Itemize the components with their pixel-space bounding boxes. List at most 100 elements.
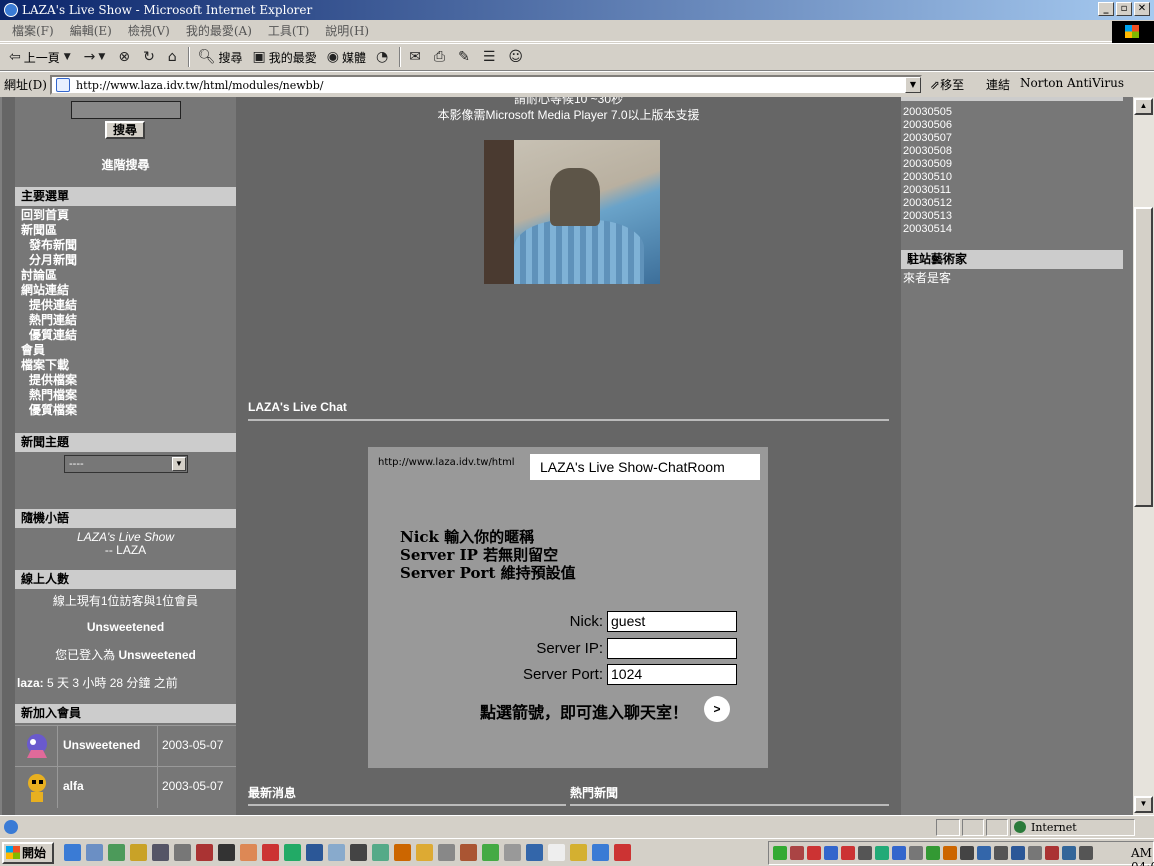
scroll-up-icon[interactable]: ▲ — [1134, 98, 1153, 115]
go-button[interactable]: ⇗移至 — [930, 76, 964, 93]
home-button[interactable]: ⌂ — [163, 45, 185, 69]
member-name[interactable]: alfa — [63, 779, 84, 793]
menu-item-forum[interactable]: 討論區 — [21, 268, 57, 283]
media-button[interactable]: ◉ 媒體 — [322, 45, 371, 69]
media-player-icon[interactable] — [130, 844, 147, 861]
forward-button[interactable]: → ▼ — [79, 45, 114, 69]
clock[interactable]: AM 04:07 — [1131, 846, 1154, 866]
app-icon[interactable] — [372, 844, 389, 861]
messenger-button[interactable]: ☺ — [503, 45, 531, 69]
app-icon[interactable] — [350, 844, 367, 861]
menu-item-submit-link[interactable]: 提供連結 — [29, 298, 77, 313]
archive-date-link[interactable]: 20030508 — [901, 145, 952, 158]
ie-window-icon[interactable] — [592, 844, 609, 861]
maximize-button[interactable]: ▫ — [1116, 2, 1132, 16]
app-icon[interactable] — [174, 844, 191, 861]
archive-date-link[interactable]: 20030512 — [901, 197, 952, 210]
app-icon[interactable] — [108, 844, 125, 861]
news-topic-select[interactable]: ---- ▼ — [64, 455, 188, 473]
menu-item-top-files[interactable]: 優質檔案 — [29, 403, 77, 418]
search-button[interactable]: 🔍︎ 搜尋 — [193, 45, 248, 69]
archive-date-link[interactable]: 20030511 — [901, 184, 952, 197]
stop-button[interactable]: ⊗ — [113, 45, 138, 69]
menu-item-top-links[interactable]: 優質連結 — [29, 328, 77, 343]
tray-icon[interactable] — [1045, 846, 1059, 860]
tray-icon[interactable] — [926, 846, 940, 860]
archive-date-link[interactable]: 20030510 — [901, 171, 952, 184]
site-search-button[interactable]: 搜尋 — [105, 121, 145, 139]
menu-item-weblinks[interactable]: 網站連結 — [21, 283, 69, 298]
tray-icon[interactable] — [977, 846, 991, 860]
menu-tools[interactable]: 工具(T) — [262, 22, 315, 39]
app-icon[interactable] — [526, 844, 543, 861]
edit-button[interactable]: ✎ — [453, 45, 478, 69]
menu-help[interactable]: 說明(H) — [319, 22, 375, 39]
scroll-thumb[interactable] — [1134, 207, 1153, 507]
app-icon[interactable] — [504, 844, 521, 861]
tray-icon[interactable] — [875, 846, 889, 860]
archive-date-link[interactable]: 20030513 — [901, 210, 952, 223]
history-button[interactable]: ◔ — [371, 45, 396, 69]
app-icon[interactable] — [218, 844, 235, 861]
app-icon[interactable] — [438, 844, 455, 861]
start-button[interactable]: 開始 — [2, 841, 54, 864]
menu-item-submit-file[interactable]: 提供檔案 — [29, 373, 77, 388]
tray-icon[interactable] — [807, 846, 821, 860]
enter-chat-button[interactable]: > — [704, 696, 730, 722]
nick-input[interactable]: guest — [607, 611, 737, 632]
tray-icon[interactable] — [773, 846, 787, 860]
member-name[interactable]: Unsweetened — [63, 738, 140, 752]
member-row[interactable]: alfa 2003-05-07 — [15, 766, 236, 808]
online-user-link[interactable]: Unsweetened — [15, 620, 236, 634]
address-dropdown-icon[interactable]: ▼ — [905, 77, 921, 93]
scroll-down-icon[interactable]: ▼ — [1134, 796, 1153, 813]
app-icon[interactable] — [152, 844, 169, 861]
tray-icon[interactable] — [824, 846, 838, 860]
mail-button[interactable]: ✉ — [404, 45, 429, 69]
menu-item-monthly-news[interactable]: 分月新聞 — [29, 253, 77, 268]
tray-icon[interactable] — [858, 846, 872, 860]
app-icon[interactable] — [614, 844, 631, 861]
tray-icon[interactable] — [994, 846, 1008, 860]
folder-icon[interactable] — [570, 844, 587, 861]
tray-icon[interactable] — [892, 846, 906, 860]
links-button[interactable]: 連結 — [986, 76, 1010, 93]
tray-icon[interactable] — [909, 846, 923, 860]
site-search-input[interactable] — [71, 101, 181, 119]
archive-date-link[interactable]: 20030514 — [901, 223, 952, 236]
app-icon[interactable] — [240, 844, 257, 861]
app-icon[interactable] — [460, 844, 477, 861]
tray-icon[interactable] — [841, 846, 855, 860]
menu-item-popular-links[interactable]: 熱門連結 — [29, 313, 77, 328]
menu-item-submit-news[interactable]: 發布新聞 — [29, 238, 77, 253]
address-input[interactable]: http://www.laza.idv.tw/html/modules/newb… — [50, 75, 922, 95]
menu-file[interactable]: 檔案(F) — [6, 22, 60, 39]
menu-item-news[interactable]: 新聞區 — [21, 223, 57, 238]
tray-icon[interactable] — [943, 846, 957, 860]
app-icon[interactable] — [394, 844, 411, 861]
menu-item-home[interactable]: 回到首頁 — [21, 208, 69, 223]
desktop-icon[interactable] — [86, 844, 103, 861]
menu-item-members[interactable]: 會員 — [21, 343, 45, 358]
menu-edit[interactable]: 編輯(E) — [64, 22, 118, 39]
language-icon[interactable] — [1062, 846, 1076, 860]
refresh-button[interactable]: ↻ — [138, 45, 163, 69]
server-port-input[interactable]: 1024 — [607, 664, 737, 685]
menu-favorites[interactable]: 我的最愛(A) — [180, 22, 258, 39]
print-button[interactable]: ⎙ — [429, 45, 453, 69]
menu-view[interactable]: 檢視(V) — [122, 22, 176, 39]
tray-icon[interactable] — [960, 846, 974, 860]
archive-date-link[interactable]: 20030507 — [901, 132, 952, 145]
archive-date-link[interactable]: 20030506 — [901, 119, 952, 132]
archive-date-link[interactable]: 20030509 — [901, 158, 952, 171]
app-icon[interactable] — [416, 844, 433, 861]
archive-date-link[interactable]: 20030505 — [901, 106, 952, 119]
vertical-scrollbar[interactable]: ▲ ▼ — [1133, 97, 1154, 815]
discuss-button[interactable]: ☰ — [478, 45, 504, 69]
word-icon[interactable] — [306, 844, 323, 861]
minimize-button[interactable]: _ — [1098, 2, 1114, 16]
back-button[interactable]: ⇦ 上一頁 ▼ — [4, 45, 79, 69]
live-video-frame[interactable] — [484, 140, 660, 284]
tray-icon[interactable] — [1079, 846, 1093, 860]
menu-item-popular-files[interactable]: 熱門檔案 — [29, 388, 77, 403]
